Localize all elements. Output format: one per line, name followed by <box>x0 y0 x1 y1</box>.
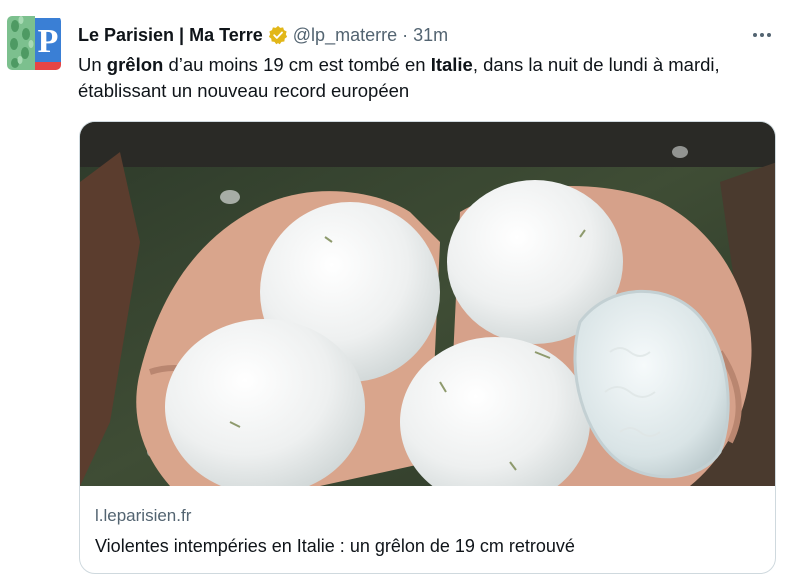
hailstones-photo <box>80 122 775 486</box>
author-name[interactable]: Le Parisien | Ma Terre <box>78 25 263 46</box>
card-title: Violentes intempéries en Italie : un grê… <box>95 536 575 556</box>
card-image[interactable] <box>80 122 775 486</box>
tweet-header: Le Parisien | Ma Terre @lp_materre · 31m <box>78 22 448 48</box>
more-dot <box>753 33 757 37</box>
tweet-text: Un grêlon d’au moins 19 cm est tombé en … <box>78 52 778 104</box>
tweet-text-bold: grêlon <box>106 54 164 75</box>
author-handle[interactable]: @lp_materre <box>293 25 397 46</box>
tweet-timestamp[interactable]: 31m <box>413 25 448 46</box>
verified-badge-icon[interactable] <box>268 25 288 45</box>
header-separator: · <box>402 24 409 45</box>
more-dot <box>767 33 771 37</box>
avatar-letter: P <box>38 23 59 60</box>
tweet[interactable]: P Le Parisien | Ma Terre @lp_materre · 3… <box>0 0 800 580</box>
link-preview-card[interactable]: l.leparisien.fr Violentes intempéries en… <box>79 121 776 574</box>
more-options-icon[interactable] <box>747 24 777 46</box>
more-dot <box>760 33 764 37</box>
tweet-text-part: d’au moins 19 cm est tombé en <box>163 54 431 75</box>
tweet-text-bold: Italie <box>430 54 473 75</box>
le-parisien-logo-icon: P <box>7 16 61 70</box>
tweet-text-part: Un <box>78 54 107 75</box>
card-domain: l.leparisien.fr <box>95 506 192 525</box>
author-avatar[interactable]: P <box>7 16 61 70</box>
